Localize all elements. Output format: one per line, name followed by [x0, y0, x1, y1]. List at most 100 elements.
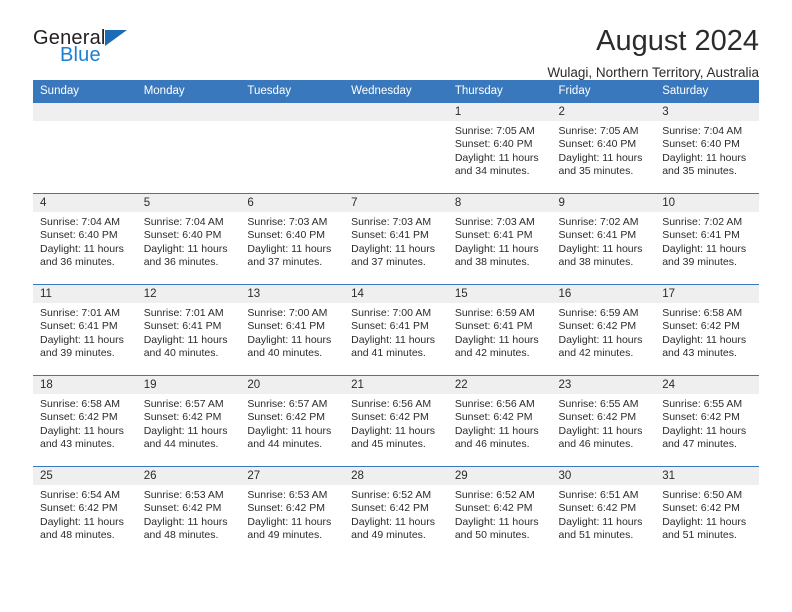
- calendar-day-cell[interactable]: 29 Sunrise: 6:52 AM Sunset: 6:42 PM Dayligh…: [447, 466, 552, 557]
- day-number: 8: [447, 194, 552, 212]
- calendar-day-cell[interactable]: 16 Sunrise: 6:59 AM Sunset: 6:42 PM Dayligh…: [551, 284, 656, 376]
- day-details: Sunrise: 7:02 AM Sunset: 6:41 PM Daylight:…: [655, 212, 759, 269]
- calendar-day-cell-empty: [33, 102, 137, 194]
- day-number: 22: [447, 376, 552, 394]
- day-details: Sunrise: 7:00 AM Sunset: 6:41 PM Daylight:…: [240, 303, 344, 360]
- daylight-text-line1: Daylight: 11 hours: [247, 424, 332, 437]
- day-details: Sunrise: 6:56 AM Sunset: 6:42 PM Daylight:…: [344, 394, 448, 451]
- calendar-day-cell[interactable]: 28 Sunrise: 6:52 AM Sunset: 6:42 PM Dayligh…: [344, 466, 448, 557]
- daylight-text-line2: and 35 minutes.: [558, 164, 634, 177]
- sunset-text: Sunset: 6:40 PM: [143, 229, 222, 242]
- page-header: General Blue August 2024 Wulagi, Norther…: [33, 0, 759, 81]
- calendar-day-cell[interactable]: 2 Sunrise: 7:05 AM Sunset: 6:40 PM Daylight…: [551, 102, 656, 194]
- calendar-day-cell[interactable]: 21 Sunrise: 6:56 AM Sunset: 6:42 PM Dayligh…: [344, 375, 448, 467]
- sunset-text: Sunset: 6:42 PM: [558, 411, 637, 424]
- day-number: [136, 103, 241, 121]
- calendar-day-cell[interactable]: 22 Sunrise: 6:56 AM Sunset: 6:42 PM Dayligh…: [447, 375, 552, 467]
- day-number: 23: [551, 376, 656, 394]
- calendar-day-cell[interactable]: 14 Sunrise: 7:00 AM Sunset: 6:41 PM Dayligh…: [344, 284, 448, 376]
- sunset-text: Sunset: 6:40 PM: [247, 229, 326, 242]
- day-details: Sunrise: 7:03 AM Sunset: 6:41 PM Daylight:…: [344, 212, 448, 269]
- page-subtitle: Wulagi, Northern Territory, Australia: [547, 65, 759, 81]
- calendar-day-cell-empty: [344, 102, 448, 194]
- weekday-header-friday: Friday: [551, 80, 656, 103]
- sunset-text: Sunset: 6:41 PM: [454, 320, 533, 333]
- day-details: Sunrise: 7:02 AM Sunset: 6:41 PM Daylight:…: [552, 212, 656, 269]
- day-number: 18: [33, 376, 137, 394]
- calendar-day-cell[interactable]: 19 Sunrise: 6:57 AM Sunset: 6:42 PM Dayligh…: [136, 375, 241, 467]
- sunrise-text: Sunrise: 7:02 AM: [662, 216, 743, 228]
- day-number: 19: [136, 376, 241, 394]
- calendar-day-cell[interactable]: 23 Sunrise: 6:55 AM Sunset: 6:42 PM Dayligh…: [551, 375, 656, 467]
- calendar-day-cell[interactable]: 15 Sunrise: 6:59 AM Sunset: 6:41 PM Dayligh…: [447, 284, 552, 376]
- daylight-text-line2: and 40 minutes.: [247, 346, 323, 359]
- calendar-day-cell[interactable]: 26 Sunrise: 6:53 AM Sunset: 6:42 PM Dayligh…: [136, 466, 241, 557]
- day-details: Sunrise: 7:04 AM Sunset: 6:40 PM Daylight:…: [33, 212, 137, 269]
- daylight-text-line1: Daylight: 11 hours: [558, 333, 643, 346]
- calendar-day-cell[interactable]: 25 Sunrise: 6:54 AM Sunset: 6:42 PM Dayligh…: [33, 466, 137, 557]
- calendar-day-cell[interactable]: 10 Sunrise: 7:02 AM Sunset: 6:41 PM Dayligh…: [655, 193, 759, 285]
- daylight-text-line1: Daylight: 11 hours: [662, 333, 747, 346]
- daylight-text-line2: and 35 minutes.: [662, 164, 737, 177]
- daylight-text-line2: and 47 minutes.: [662, 437, 737, 450]
- day-details: Sunrise: 6:57 AM Sunset: 6:42 PM Daylight:…: [137, 394, 241, 451]
- calendar-day-cell[interactable]: 18 Sunrise: 6:58 AM Sunset: 6:42 PM Dayligh…: [33, 375, 137, 467]
- daylight-text-line2: and 34 minutes.: [454, 164, 530, 177]
- calendar-day-cell[interactable]: 27 Sunrise: 6:53 AM Sunset: 6:42 PM Dayligh…: [240, 466, 345, 557]
- daylight-text-line2: and 50 minutes.: [454, 528, 530, 541]
- daylight-text-line2: and 48 minutes.: [40, 528, 115, 541]
- calendar-week-row: 25 Sunrise: 6:54 AM Sunset: 6:42 PM Dayligh…: [33, 466, 759, 557]
- calendar-day-cell[interactable]: 17 Sunrise: 6:58 AM Sunset: 6:42 PM Dayligh…: [655, 284, 759, 376]
- daylight-text-line2: and 45 minutes.: [351, 437, 426, 450]
- calendar-week-row: 18 Sunrise: 6:58 AM Sunset: 6:42 PM Dayligh…: [33, 375, 759, 467]
- calendar-day-cell[interactable]: 4 Sunrise: 7:04 AM Sunset: 6:40 PM Daylight…: [33, 193, 137, 285]
- sunset-text: Sunset: 6:41 PM: [351, 229, 429, 242]
- sunset-text: Sunset: 6:41 PM: [351, 320, 429, 333]
- day-details: Sunrise: 7:05 AM Sunset: 6:40 PM Daylight:…: [448, 121, 552, 178]
- calendar-day-cell[interactable]: 30 Sunrise: 6:51 AM Sunset: 6:42 PM Dayligh…: [551, 466, 656, 557]
- day-details: Sunrise: 6:55 AM Sunset: 6:42 PM Daylight:…: [655, 394, 759, 451]
- daylight-text-line1: Daylight: 11 hours: [351, 515, 435, 528]
- sunset-text: Sunset: 6:41 PM: [454, 229, 533, 242]
- calendar-day-cell[interactable]: 12 Sunrise: 7:01 AM Sunset: 6:41 PM Dayligh…: [136, 284, 241, 376]
- day-details: Sunrise: 6:51 AM Sunset: 6:42 PM Daylight:…: [552, 485, 656, 542]
- daylight-text-line1: Daylight: 11 hours: [454, 424, 539, 437]
- calendar-day-cell[interactable]: 8 Sunrise: 7:03 AM Sunset: 6:41 PM Daylight…: [447, 193, 552, 285]
- sunset-text: Sunset: 6:42 PM: [662, 502, 740, 515]
- weekday-header-monday: Monday: [136, 80, 241, 103]
- daylight-text-line1: Daylight: 11 hours: [454, 333, 539, 346]
- calendar-header-row: Sunday Monday Tuesday Wednesday Thursday…: [33, 80, 759, 103]
- calendar-day-cell[interactable]: 9 Sunrise: 7:02 AM Sunset: 6:41 PM Daylight…: [551, 193, 656, 285]
- sunrise-text: Sunrise: 7:01 AM: [143, 307, 224, 319]
- daylight-text-line2: and 51 minutes.: [558, 528, 634, 541]
- sunrise-text: Sunrise: 7:00 AM: [351, 307, 432, 319]
- day-details: Sunrise: 6:58 AM Sunset: 6:42 PM Daylight:…: [655, 303, 759, 360]
- day-details: Sunrise: 6:57 AM Sunset: 6:42 PM Daylight:…: [240, 394, 344, 451]
- daylight-text-line2: and 49 minutes.: [247, 528, 323, 541]
- day-number: 20: [240, 376, 345, 394]
- calendar-day-cell[interactable]: 13 Sunrise: 7:00 AM Sunset: 6:41 PM Dayligh…: [240, 284, 345, 376]
- calendar-day-cell[interactable]: 31 Sunrise: 6:50 AM Sunset: 6:42 PM Dayligh…: [655, 466, 759, 557]
- daylight-text-line2: and 39 minutes.: [40, 346, 115, 359]
- daylight-text-line1: Daylight: 11 hours: [558, 151, 643, 164]
- calendar-day-cell[interactable]: 6 Sunrise: 7:03 AM Sunset: 6:40 PM Daylight…: [240, 193, 345, 285]
- daylight-text-line1: Daylight: 11 hours: [558, 424, 643, 437]
- daylight-text-line1: Daylight: 11 hours: [143, 333, 228, 346]
- sunset-text: Sunset: 6:41 PM: [143, 320, 222, 333]
- calendar-day-cell[interactable]: 5 Sunrise: 7:04 AM Sunset: 6:40 PM Daylight…: [136, 193, 241, 285]
- calendar-day-cell[interactable]: 7 Sunrise: 7:03 AM Sunset: 6:41 PM Daylight…: [344, 193, 448, 285]
- calendar-day-cell[interactable]: 20 Sunrise: 6:57 AM Sunset: 6:42 PM Dayligh…: [240, 375, 345, 467]
- day-number: [344, 103, 448, 121]
- sunset-text: Sunset: 6:41 PM: [40, 320, 118, 333]
- sunset-text: Sunset: 6:41 PM: [662, 229, 740, 242]
- daylight-text-line2: and 44 minutes.: [247, 437, 323, 450]
- calendar-day-cell[interactable]: 11 Sunrise: 7:01 AM Sunset: 6:41 PM Dayligh…: [33, 284, 137, 376]
- calendar-day-cell[interactable]: 24 Sunrise: 6:55 AM Sunset: 6:42 PM Dayligh…: [655, 375, 759, 467]
- sunrise-text: Sunrise: 6:50 AM: [662, 489, 743, 501]
- calendar-day-cell[interactable]: 1 Sunrise: 7:05 AM Sunset: 6:40 PM Daylight…: [447, 102, 552, 194]
- day-number: 31: [655, 467, 759, 485]
- brand-logo[interactable]: General Blue: [33, 26, 143, 65]
- day-number: 27: [240, 467, 345, 485]
- calendar-day-cell[interactable]: 3 Sunrise: 7:04 AM Sunset: 6:40 PM Daylight…: [655, 102, 759, 194]
- daylight-text-line1: Daylight: 11 hours: [143, 424, 228, 437]
